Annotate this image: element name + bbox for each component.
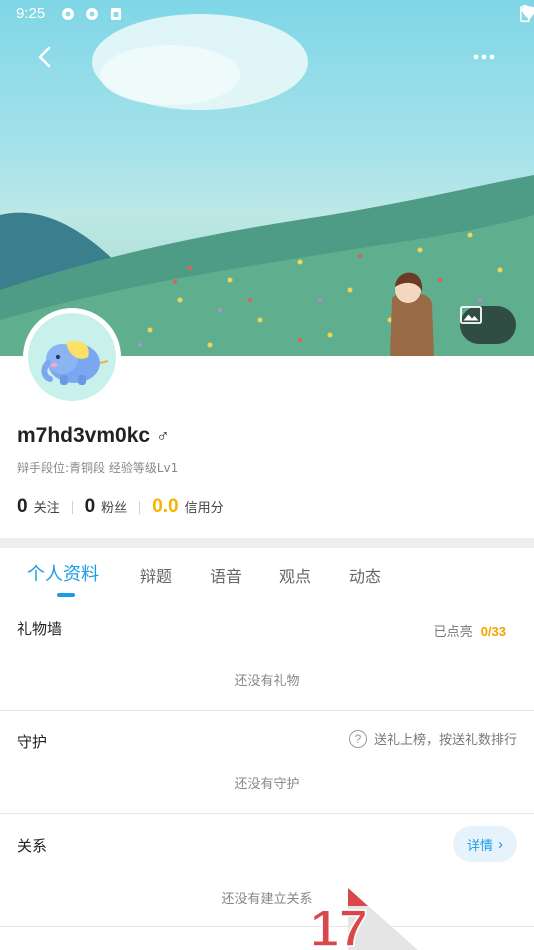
relations-empty-text: 还没有建立关系 <box>221 892 313 907</box>
username: m7hd3vm0kc <box>17 424 151 447</box>
section-divider <box>0 926 534 927</box>
profile-stats: 0 关注 0 粉丝 0.0 信用分 <box>17 496 224 518</box>
change-background-button[interactable] <box>460 306 516 344</box>
gift-lit-label: 已点亮 <box>433 625 473 640</box>
active-tab-indicator <box>57 593 75 597</box>
following-label: 关注 <box>33 501 60 516</box>
relations-detail-button[interactable]: 详情 › <box>453 826 517 862</box>
gift-wall-section: 礼物墙 已点亮 0/33 还没有礼物 <box>0 600 534 710</box>
section-spacer <box>0 538 534 548</box>
watermark-text: 17 <box>310 900 368 950</box>
guard-section: 守护 ? 送礼上榜，按送礼数排行 还没有守护 <box>0 711 534 813</box>
credit-score: 0.0 <box>152 496 179 517</box>
relations-section: 关系 详情 › 还没有建立关系 <box>0 814 534 950</box>
tab-voice[interactable]: 语音 <box>210 563 242 587</box>
stat-divider <box>139 500 141 514</box>
more-button[interactable] <box>470 44 498 70</box>
gift-lit-status: 已点亮 0/33 <box>434 621 506 640</box>
profile-tabs: 个人资料 辩题 语音 观点 动态 <box>0 548 534 600</box>
gift-empty-text: 还没有礼物 <box>234 674 300 689</box>
male-gender-icon: ♂ <box>156 425 170 446</box>
chevron-left-icon <box>38 46 51 68</box>
settings-icon <box>86 8 98 20</box>
followers-count: 0 <box>84 496 96 517</box>
guard-empty-text: 还没有守护 <box>234 777 300 792</box>
battery-icon <box>520 5 530 22</box>
profile-banner: 9:25 <box>0 0 534 356</box>
more-dots-icon <box>473 54 495 60</box>
help-icon: ? <box>348 729 367 748</box>
followers-label: 粉丝 <box>101 501 128 516</box>
gift-lit-count: 0/33 <box>480 624 506 639</box>
guard-title: 守护 <box>17 733 48 751</box>
tab-activity[interactable]: 动态 <box>349 563 381 587</box>
credit-label: 信用分 <box>184 501 224 516</box>
sim-card-icon <box>111 8 121 20</box>
detail-button-label: 详情 <box>466 838 493 854</box>
status-time: 9:25 <box>16 5 46 22</box>
credit-stat[interactable]: 0.0 信用分 <box>152 496 223 518</box>
username-row: m7hd3vm0kc ♂ <box>17 424 170 448</box>
elephant-avatar-icon <box>41 340 109 385</box>
gift-wall-title: 礼物墙 <box>17 620 63 638</box>
avatar[interactable] <box>23 308 121 406</box>
tab-opinions[interactable]: 观点 <box>279 563 311 587</box>
banner-illustration <box>0 14 534 356</box>
settings-icon <box>62 8 74 20</box>
tab-profile[interactable]: 个人资料 <box>27 560 99 586</box>
guard-hint-text: 送礼上榜，按送礼数排行 <box>373 733 517 748</box>
relations-title: 关系 <box>17 837 48 855</box>
watermark-logo: 17 <box>308 884 418 950</box>
following-count: 0 <box>17 496 28 517</box>
stat-divider <box>71 500 73 514</box>
followers-stat[interactable]: 0 粉丝 <box>85 496 128 518</box>
image-icon <box>460 306 482 324</box>
status-bar: 9:25 <box>0 0 534 28</box>
following-stat[interactable]: 0 关注 <box>17 496 60 518</box>
chevron-right-icon: › <box>498 835 503 853</box>
back-button[interactable] <box>28 40 62 74</box>
rank-level-text: 辩手段位:青铜段 经验等级Lv1 <box>17 461 179 475</box>
tab-topics[interactable]: 辩题 <box>140 563 172 587</box>
guard-hint[interactable]: ? 送礼上榜，按送礼数排行 <box>348 729 517 748</box>
